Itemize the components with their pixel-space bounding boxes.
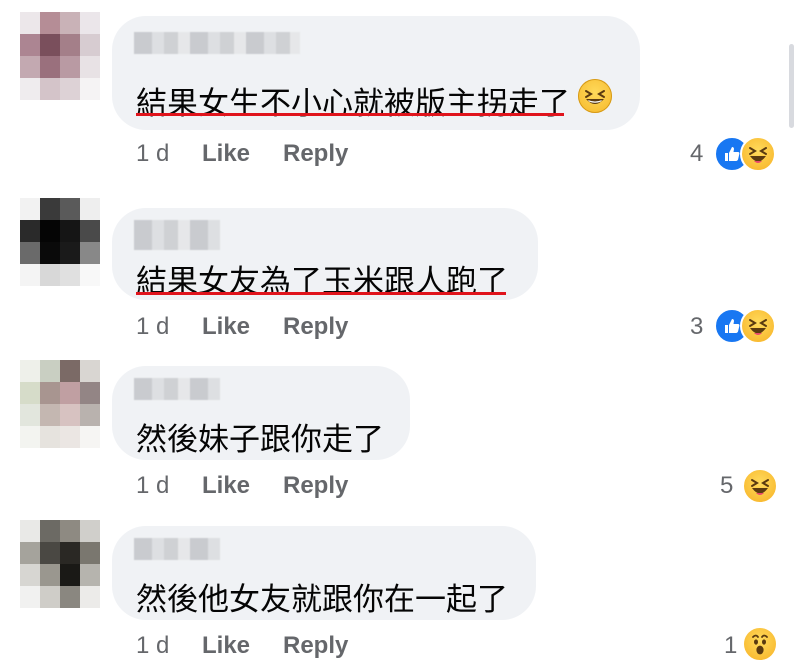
comment-text: 結果女生不小心就被版主拐走了 xyxy=(136,86,570,122)
reaction-summary[interactable]: 1 xyxy=(724,626,790,662)
reaction-count: 5 xyxy=(720,472,734,499)
comment-time[interactable]: 1 d xyxy=(136,140,169,168)
author-name-blurred[interactable] xyxy=(134,378,220,400)
reaction-count: 4 xyxy=(690,140,704,167)
comment-bubble: 然後妹子跟你走了 xyxy=(112,366,410,460)
reaction-count: 3 xyxy=(690,313,704,340)
like-button[interactable]: Like xyxy=(202,140,250,168)
avatar[interactable] xyxy=(20,520,100,608)
grinning-squinting-face-icon xyxy=(578,79,612,113)
reaction-count: 1 xyxy=(724,632,738,659)
comment-bubble: 然後他女友就跟你在一起了 xyxy=(112,526,536,620)
comment-1: 結果女生不小心就被版主拐走了 1 d Like Reply 4 xyxy=(0,0,800,180)
comment-4: 然後他女友就跟你在一起了 1 d Like Reply 1 xyxy=(0,510,800,672)
reaction-summary[interactable]: 5 xyxy=(720,468,790,504)
haha-reaction-icon xyxy=(740,136,776,172)
avatar[interactable] xyxy=(20,12,100,100)
author-name-blurred[interactable] xyxy=(134,220,220,250)
avatar[interactable] xyxy=(20,360,100,448)
text-underline xyxy=(136,113,564,116)
comment-text: 然後妹子跟你走了 xyxy=(136,422,384,458)
comment-time[interactable]: 1 d xyxy=(136,632,169,660)
reply-button[interactable]: Reply xyxy=(283,140,348,168)
comment-2: 結果女友為了玉米跟人跑了 1 d Like Reply 3 xyxy=(0,180,800,350)
haha-reaction-icon xyxy=(742,468,778,504)
avatar[interactable] xyxy=(20,198,100,286)
comment-time[interactable]: 1 d xyxy=(136,472,169,500)
haha-reaction-icon xyxy=(740,308,776,344)
comment-3: 然後妹子跟你走了 1 d Like Reply 5 xyxy=(0,350,800,510)
comment-bubble: 結果女友為了玉米跟人跑了 xyxy=(112,208,538,300)
scrollbar[interactable] xyxy=(789,44,794,128)
comment-time[interactable]: 1 d xyxy=(136,313,169,341)
wow-reaction-icon xyxy=(742,626,778,662)
comment-text: 然後他女友就跟你在一起了 xyxy=(136,582,508,618)
reply-button[interactable]: Reply xyxy=(283,472,348,500)
reply-button[interactable]: Reply xyxy=(283,313,348,341)
reaction-summary[interactable]: 4 xyxy=(690,136,790,172)
like-button[interactable]: Like xyxy=(202,313,250,341)
comment-bubble: 結果女生不小心就被版主拐走了 xyxy=(112,16,640,130)
like-button[interactable]: Like xyxy=(202,632,250,660)
author-name-blurred[interactable] xyxy=(134,538,220,560)
author-name-blurred[interactable] xyxy=(134,32,300,54)
reaction-summary[interactable]: 3 xyxy=(690,308,790,344)
like-button[interactable]: Like xyxy=(202,472,250,500)
reply-button[interactable]: Reply xyxy=(283,632,348,660)
text-underline xyxy=(136,292,506,295)
